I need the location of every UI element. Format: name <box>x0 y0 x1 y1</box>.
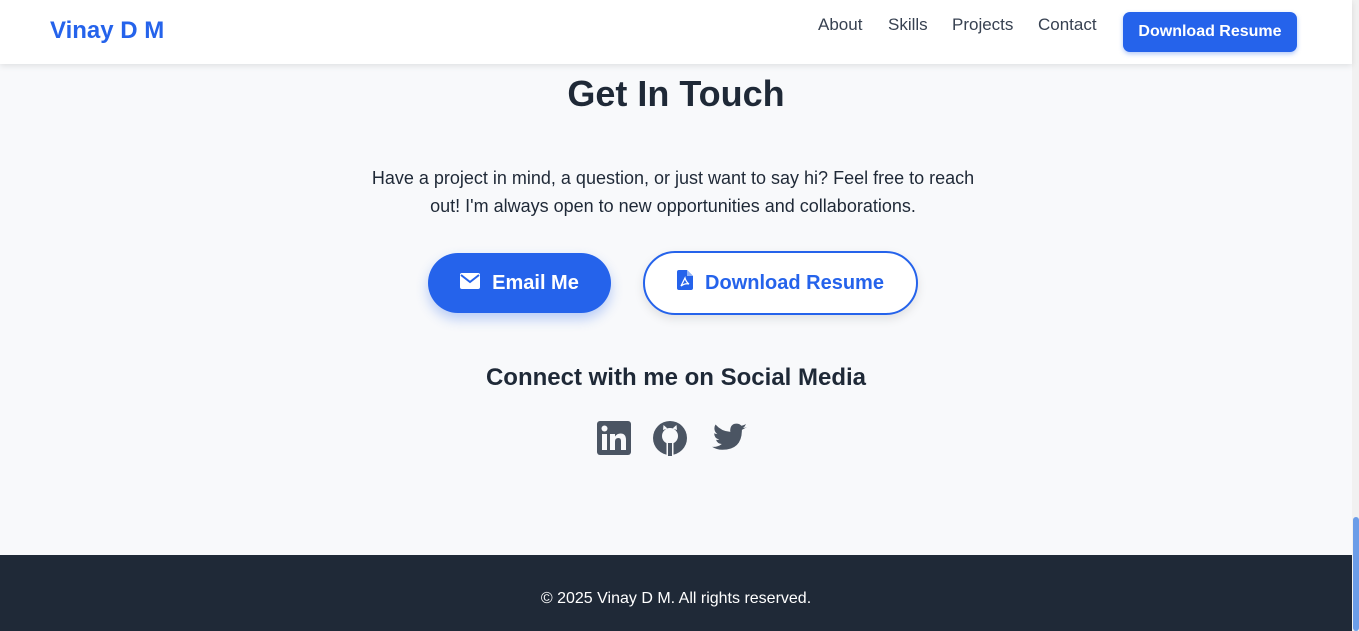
nav-link-contact[interactable]: Contact <box>1038 15 1097 35</box>
download-resume-label: Download Resume <box>705 271 884 294</box>
nav-download-resume-button[interactable]: Download Resume <box>1123 12 1297 52</box>
contact-intro: Have a project in mind, a question, or j… <box>346 164 1000 220</box>
email-me-button[interactable]: Email Me <box>428 253 611 313</box>
nav-download-resume-label: Download Resume <box>1138 23 1282 40</box>
envelope-icon <box>460 272 481 295</box>
twitter-icon[interactable] <box>712 420 748 456</box>
github-icon[interactable] <box>652 420 688 456</box>
download-resume-button[interactable]: Download Resume <box>643 251 918 315</box>
copyright-text: © 2025 Vinay D M. All rights reserved. <box>540 590 812 607</box>
intro-line-1: Have a project in mind, a question, or j… <box>371 168 975 188</box>
nav-link-about[interactable]: About <box>818 15 862 35</box>
social-title: Connect with me on Social Media <box>485 364 867 391</box>
nav-link-skills[interactable]: Skills <box>888 15 928 35</box>
scrollbar[interactable] <box>1352 0 1359 631</box>
section-title: Get In Touch <box>567 73 785 114</box>
navbar: Vinay D M About Skills Projects Contact … <box>0 0 1352 64</box>
brand-logo[interactable]: Vinay D M <box>50 17 164 45</box>
nav-link-projects[interactable]: Projects <box>952 15 1013 35</box>
linkedin-icon[interactable] <box>596 420 632 456</box>
email-me-label: Email Me <box>492 271 579 294</box>
scrollbar-thumb[interactable] <box>1353 517 1359 631</box>
intro-line-2: out! I'm always open to new opportunitie… <box>430 196 916 216</box>
pdf-file-icon <box>677 270 694 296</box>
footer: © 2025 Vinay D M. All rights reserved. <box>0 555 1352 631</box>
